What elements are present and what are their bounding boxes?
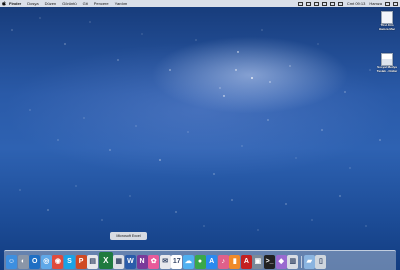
dock-preview-icon[interactable]: ▣ bbox=[252, 255, 264, 269]
dock-calendar-icon[interactable]: 17 bbox=[171, 255, 183, 269]
dock-finder-icon[interactable]: ☺ bbox=[6, 255, 17, 269]
notification-center-icon[interactable] bbox=[393, 1, 398, 6]
menu-app-name[interactable]: Finder bbox=[9, 0, 21, 7]
dock-separator bbox=[300, 256, 302, 268]
menu-clock[interactable]: Cmt 09:13 bbox=[347, 0, 365, 7]
battery-icon[interactable] bbox=[329, 1, 335, 6]
status-app-icon[interactable] bbox=[297, 1, 303, 6]
dock-folder-icon[interactable]: ▰ bbox=[303, 255, 315, 269]
menu-view[interactable]: Görüntü bbox=[62, 0, 76, 7]
dock-onenote-icon[interactable]: N bbox=[136, 255, 148, 269]
menu-file[interactable]: Dosya bbox=[27, 0, 38, 7]
dock-itunes-icon[interactable]: ♪ bbox=[217, 255, 229, 269]
dock-skype-icon[interactable]: S bbox=[63, 255, 75, 269]
menu-user[interactable]: Hamza bbox=[369, 0, 382, 7]
desktop-icon-label: Taslak - Notlar bbox=[376, 68, 398, 73]
dock-messages-icon[interactable]: ☁ bbox=[182, 255, 194, 269]
desktop-icon-drive[interactable]: Hamza Mac bbox=[374, 27, 400, 32]
dock-chrome-icon[interactable]: ◉ bbox=[52, 255, 64, 269]
spotlight-icon[interactable] bbox=[385, 1, 390, 6]
dock-photos-icon[interactable]: ✿ bbox=[148, 255, 160, 269]
menu-edit[interactable]: Düzen bbox=[45, 0, 57, 7]
dock-facetime-icon[interactable]: ● bbox=[194, 255, 206, 269]
dock-launchpad-icon[interactable]: ◐ bbox=[17, 255, 29, 269]
menu-window[interactable]: Pencere bbox=[94, 0, 109, 7]
dock-word-icon[interactable]: W bbox=[124, 255, 136, 269]
starfield bbox=[11, 17, 381, 231]
dock-books-icon[interactable]: ▮ bbox=[229, 255, 241, 269]
menu-bar: Finder Dosya Düzen Görüntü Git Pencere Y… bbox=[0, 0, 400, 7]
input-source-icon[interactable] bbox=[337, 1, 343, 6]
apple-menu-icon[interactable] bbox=[2, 1, 6, 6]
wifi-icon[interactable] bbox=[313, 1, 319, 6]
dock-acrobat-icon[interactable]: A bbox=[240, 255, 252, 269]
desktop-icon-label: Hamza Mac bbox=[378, 27, 396, 31]
menu-help[interactable]: Yardım bbox=[115, 0, 128, 7]
dock-mail-icon[interactable]: ✉ bbox=[159, 255, 171, 269]
volume-icon[interactable] bbox=[321, 1, 327, 6]
dock-safari-icon[interactable]: ◎ bbox=[40, 255, 52, 269]
dock-utility-icon[interactable]: ▥ bbox=[287, 255, 299, 269]
dock-doc-icon[interactable]: ▦ bbox=[113, 255, 125, 269]
menu-go[interactable]: Git bbox=[83, 0, 88, 7]
dock-powerpoint-icon[interactable]: P bbox=[75, 255, 87, 269]
dock-items: ☺ ◐ O ◎ ◉ S P ▤ X ▦ W N ✿ ✉ 17 ☁ ● A ♪ ▮ A ▣ >_ ◆ ▥ ▰ ▯ bbox=[6, 252, 327, 269]
dock-terminal-icon[interactable]: >_ bbox=[264, 255, 276, 269]
desktop-icon-file[interactable]: TEst.Kim bbox=[374, 11, 400, 28]
dock-app-store-icon[interactable]: A bbox=[206, 255, 218, 269]
desktop-icon-file[interactable]: Sosyal Medya Taslak - Notlar bbox=[374, 53, 400, 73]
dock-colors-icon[interactable]: ◆ bbox=[275, 255, 287, 269]
menu-extras: Cmt 09:13 Hamza bbox=[295, 0, 398, 7]
dock-trash-icon[interactable]: ▯ bbox=[315, 255, 327, 269]
dock-outlook-icon[interactable]: O bbox=[29, 255, 41, 269]
status-app-icon[interactable] bbox=[305, 1, 311, 6]
dock-tooltip: Microsoft Excel bbox=[110, 232, 147, 240]
dock-word-doc-icon[interactable]: ▤ bbox=[87, 255, 99, 269]
dock-excel-icon[interactable]: X bbox=[98, 252, 113, 269]
